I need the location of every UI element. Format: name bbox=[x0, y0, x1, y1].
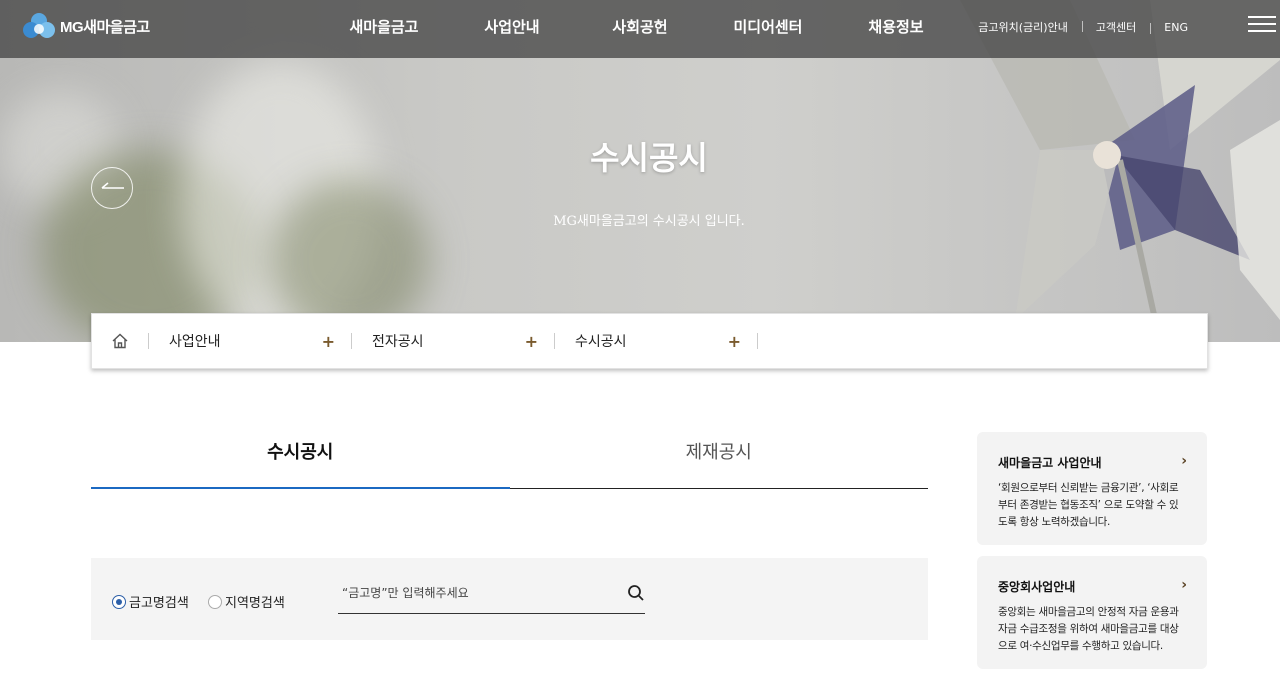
gnb-item-saemaul[interactable]: 새마을금고 bbox=[320, 0, 448, 58]
disclosure-tabs: 수시공시 제재공시 bbox=[91, 433, 928, 489]
home-button[interactable] bbox=[92, 313, 148, 369]
main-menu: 새마을금고 사업안내 사회공헌 미디어센터 채용정보 bbox=[320, 0, 960, 58]
radio-selected-icon bbox=[112, 594, 126, 609]
card-text: 중앙회는 새마을금고의 안정적 자금 운용과 자금 수급조정을 위하여 새마을금… bbox=[998, 606, 1179, 652]
gnb-item-business[interactable]: 사업안내 bbox=[448, 0, 576, 58]
plus-icon: + bbox=[321, 331, 335, 351]
search-panel: 금고명검색 지역명검색 bbox=[91, 558, 928, 640]
home-icon bbox=[112, 333, 128, 349]
breadcrumb-label: 수시공시 bbox=[575, 334, 627, 350]
search-icon[interactable] bbox=[627, 584, 645, 602]
radio-unselected-icon bbox=[208, 594, 222, 609]
page-title: 수시공시 bbox=[590, 139, 708, 177]
breadcrumb-item-disclosure[interactable]: 전자공시 + bbox=[352, 313, 554, 369]
utility-links: 금고위치(금리)안내 고객센터 ENG bbox=[964, 0, 1202, 54]
breadcrumb-divider bbox=[757, 333, 758, 349]
side-card-central-business[interactable]: 중앙회사업안내 › 중앙회는 새마을금고의 안정적 자금 운용과 자금 수급조정… bbox=[977, 556, 1207, 669]
tab-sanction-disclosure[interactable]: 제재공시 bbox=[509, 433, 928, 489]
card-text: ‘회원으로부터 신뢰받는 금융기관’, ‘사회로부터 존경받는 협동조직’ 으로… bbox=[998, 482, 1179, 528]
gnb-item-recruit[interactable]: 채용정보 bbox=[832, 0, 960, 58]
page-description: MG새마을금고의 수시공시 입니다. bbox=[553, 214, 745, 229]
search-input[interactable] bbox=[338, 578, 608, 608]
top-navigation-bar: MG새마을금고 새마을금고 사업안내 사회공헌 미디어센터 채용정보 금고위치(… bbox=[0, 0, 1280, 58]
breadcrumb-item-occasional[interactable]: 수시공시 + bbox=[555, 313, 757, 369]
hamburger-menu-icon[interactable] bbox=[1248, 16, 1276, 34]
breadcrumb-item-business[interactable]: 사업안내 + bbox=[149, 313, 351, 369]
radio-branch-name[interactable]: 금고명검색 bbox=[112, 592, 189, 611]
hero-banner: MG새마을금고 새마을금고 사업안내 사회공헌 미디어센터 채용정보 금고위치(… bbox=[0, 0, 1280, 342]
chevron-right-icon: › bbox=[1181, 577, 1187, 593]
gnb-item-media[interactable]: 미디어센터 bbox=[704, 0, 832, 58]
radio-label: 지역명검색 bbox=[225, 596, 285, 611]
card-title: 새마을금고 사업안내 › bbox=[998, 453, 1187, 470]
radio-label: 금고명검색 bbox=[129, 596, 189, 611]
gnb-item-social[interactable]: 사회공헌 bbox=[576, 0, 704, 58]
card-title: 중앙회사업안내 › bbox=[998, 577, 1187, 594]
radio-region-name[interactable]: 지역명검색 bbox=[208, 592, 285, 611]
chevron-right-icon: › bbox=[1181, 453, 1187, 469]
tab-occasional-disclosure[interactable]: 수시공시 bbox=[91, 433, 510, 489]
logo[interactable]: MG새마을금고 bbox=[22, 11, 150, 41]
side-card-saemaul-business[interactable]: 새마을금고 사업안내 › ‘회원으로부터 신뢰받는 금융기관’, ‘사회로부터 … bbox=[977, 432, 1207, 545]
breadcrumb: 사업안내 + 전자공시 + 수시공시 + bbox=[91, 313, 1208, 369]
plus-icon: + bbox=[727, 331, 741, 351]
back-arrow-icon bbox=[101, 182, 124, 189]
logo-text: MG새마을금고 bbox=[60, 18, 150, 36]
customer-center-link[interactable]: 고객센터 bbox=[1081, 19, 1150, 35]
breadcrumb-label: 사업안내 bbox=[169, 334, 221, 350]
back-button[interactable] bbox=[91, 167, 133, 209]
breadcrumb-label: 전자공시 bbox=[372, 334, 424, 350]
search-field bbox=[338, 578, 645, 614]
branch-location-link[interactable]: 금고위치(금리)안내 bbox=[964, 19, 1082, 35]
english-link[interactable]: ENG bbox=[1150, 21, 1202, 34]
plus-icon: + bbox=[524, 331, 538, 351]
logo-cloud-icon bbox=[23, 13, 55, 38]
